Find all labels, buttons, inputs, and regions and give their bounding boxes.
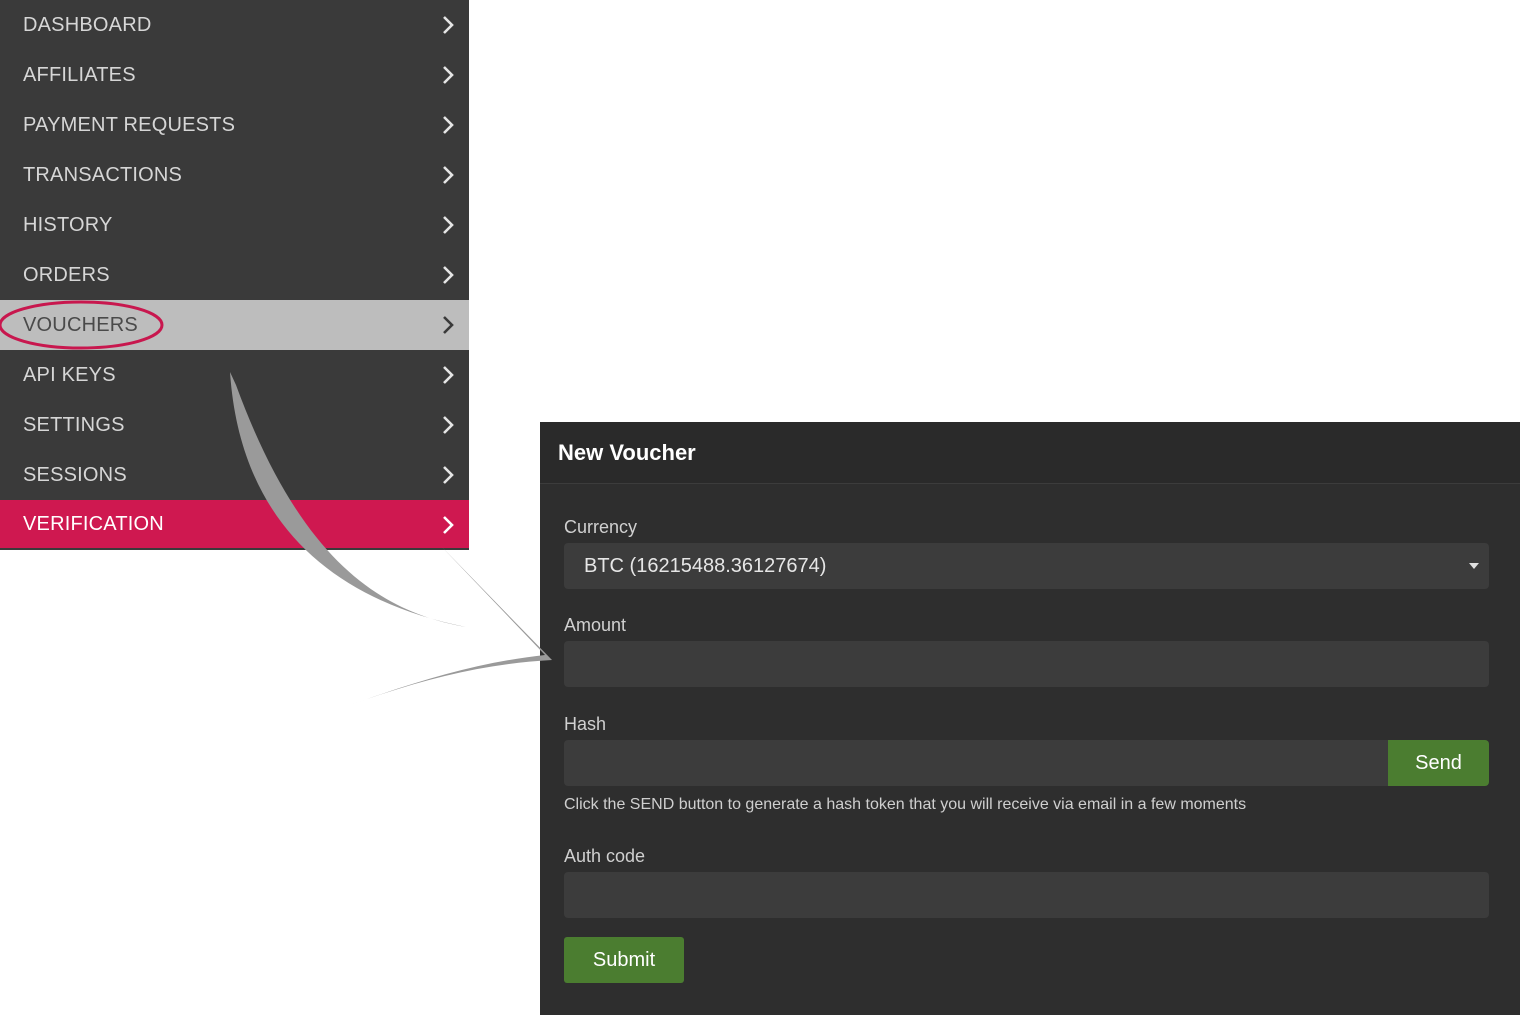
currency-select[interactable]: BTC (16215488.36127674) <box>564 543 1489 589</box>
menu-item-label: PAYMENT REQUESTS <box>23 113 236 136</box>
menu-item-label: VOUCHERS <box>23 313 138 336</box>
chevron-right-icon <box>443 416 454 434</box>
menu-item-settings[interactable]: SETTINGS <box>0 400 469 450</box>
hash-input[interactable] <box>564 740 1388 786</box>
menu-item-verification[interactable]: VERIFICATION <box>0 500 469 548</box>
menu-item-label: TRANSACTIONS <box>23 163 183 186</box>
currency-selected-value: BTC (16215488.36127674) <box>584 554 827 577</box>
chevron-right-icon <box>443 466 454 484</box>
menu-item-api-keys[interactable]: API KEYS <box>0 350 469 400</box>
menu-item-dashboard[interactable]: DASHBOARD <box>0 0 469 50</box>
menu-item-history[interactable]: HISTORY <box>0 200 469 250</box>
menu-item-orders[interactable]: ORDERS <box>0 250 469 300</box>
menu-item-label: ORDERS <box>23 263 110 286</box>
amount-input[interactable] <box>564 641 1489 687</box>
chevron-right-icon <box>443 516 454 534</box>
hash-label: Hash <box>564 714 607 734</box>
menu-item-label: API KEYS <box>23 363 116 386</box>
panel-header: New Voucher <box>540 422 1520 484</box>
arrow-head <box>350 545 552 705</box>
menu-item-affiliates[interactable]: AFFILIATES <box>0 50 469 100</box>
menu-item-label: DASHBOARD <box>23 13 152 36</box>
menu-item-payment-requests[interactable]: PAYMENT REQUESTS <box>0 100 469 150</box>
menu-item-vouchers[interactable]: VOUCHERS <box>0 300 469 350</box>
chevron-right-icon <box>443 366 454 384</box>
send-button[interactable]: Send <box>1388 740 1489 786</box>
chevron-right-icon <box>443 166 454 184</box>
menu-item-transactions[interactable]: TRANSACTIONS <box>0 150 469 200</box>
chevron-right-icon <box>443 316 454 334</box>
new-voucher-panel: New Voucher Currency BTC (16215488.36127… <box>540 422 1520 1015</box>
menu-item-label: VERIFICATION <box>23 512 164 535</box>
panel-title: New Voucher <box>558 439 696 465</box>
auth-code-label: Auth code <box>564 846 646 866</box>
dropdown-caret-icon <box>1469 563 1479 569</box>
chevron-right-icon <box>443 66 454 84</box>
currency-label: Currency <box>564 517 638 537</box>
menu-item-label: SESSIONS <box>23 463 127 486</box>
menu-item-label: AFFILIATES <box>23 63 136 86</box>
menu-item-label: HISTORY <box>23 213 113 236</box>
sidebar-menu: DASHBOARD AFFILIATES PAYMENT REQUESTS TR… <box>0 0 469 550</box>
chevron-right-icon <box>443 116 454 134</box>
submit-button[interactable]: Submit <box>564 937 684 983</box>
hash-help-text: Click the SEND button to generate a hash… <box>564 796 1247 813</box>
amount-label: Amount <box>564 615 627 635</box>
chevron-right-icon <box>443 266 454 284</box>
chevron-right-icon <box>443 216 454 234</box>
chevron-right-icon <box>443 16 454 34</box>
menu-item-label: SETTINGS <box>23 413 125 436</box>
menu-item-sessions[interactable]: SESSIONS <box>0 450 469 500</box>
auth-code-input[interactable] <box>564 872 1489 918</box>
